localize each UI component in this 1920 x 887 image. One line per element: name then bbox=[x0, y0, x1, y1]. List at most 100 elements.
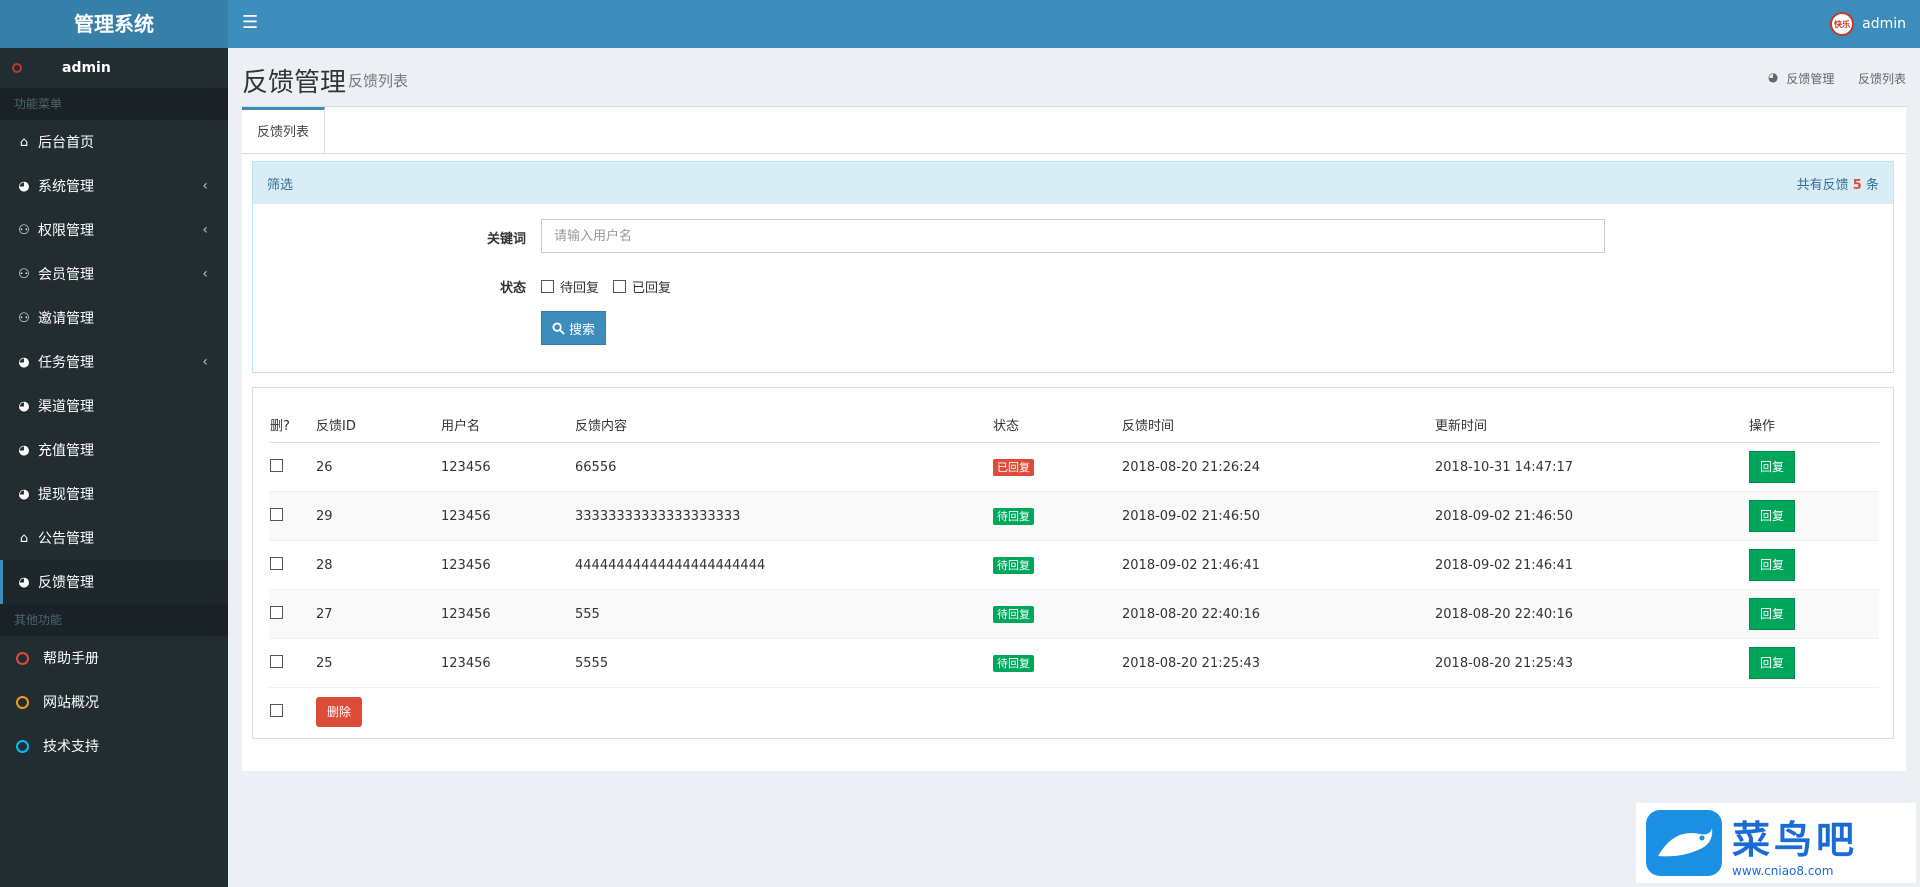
sidebar-item-label: 充值管理 bbox=[38, 443, 94, 459]
count-prefix: 共有反馈 bbox=[1796, 177, 1849, 193]
breadcrumb-separator bbox=[1842, 70, 1850, 87]
sidebar-item[interactable]: ⚇ 权限管理 ‹ bbox=[0, 208, 228, 252]
table-row: 26 123456 66556 已回复 2018-08-20 21:26:24 2018-… bbox=[269, 442, 1879, 492]
filter-panel: 筛选 共有反馈 5 条 关键词 状态 待回复 已回复 bbox=[252, 161, 1894, 373]
sidebar-section-other: 其他功能 bbox=[0, 604, 228, 636]
table-row: 28 123456 44444444444444444444444 待回复 2018-0… bbox=[269, 540, 1879, 590]
sidebar-item[interactable]: ◕ 系统管理 ‹ bbox=[0, 164, 228, 208]
sidebar-user-panel: admin bbox=[0, 48, 228, 88]
row-id: 29 bbox=[315, 491, 440, 541]
row-select-checkbox[interactable] bbox=[270, 458, 283, 472]
sidebar-item-label: 任务管理 bbox=[38, 355, 94, 371]
table-header-row: 删? 反馈ID 用户名 反馈内容 状态 反馈时间 更新时间 操作 bbox=[269, 406, 1879, 443]
sidebar-section-main: 功能菜单 bbox=[0, 88, 228, 120]
select-all-checkbox[interactable] bbox=[270, 703, 283, 717]
dashboard-icon: ◕ bbox=[18, 574, 30, 590]
status-replied-label[interactable]: 已回复 bbox=[632, 277, 671, 296]
col-id: 反馈ID bbox=[315, 406, 440, 443]
sidebar-other-item[interactable]: 网站概况 bbox=[0, 680, 228, 724]
sidebar-item[interactable]: ⚇ 会员管理 ‹ bbox=[0, 252, 228, 296]
row-updated: 2018-10-31 14:47:17 bbox=[1434, 442, 1748, 492]
table-row: 29 123456 33333333333333333333 待回复 2018-09-0… bbox=[269, 491, 1879, 541]
app-logo[interactable]: 管理系统 bbox=[0, 0, 228, 48]
sidebar-other-label: 技术支持 bbox=[43, 739, 99, 755]
sidebar: admin 功能菜单 ⌂ 后台首页 ◕ 系统管理 ‹ ⚇ 权限管理 ‹ ⚇ 会员管理 ‹ ⚇ 邀请管理 ◕… bbox=[0, 48, 228, 887]
status-badge: 待回复 bbox=[993, 556, 1034, 574]
row-created: 2018-08-20 22:40:16 bbox=[1121, 589, 1434, 639]
status-replied-checkbox[interactable] bbox=[613, 280, 627, 293]
users-icon: ⚇ bbox=[18, 222, 30, 238]
col-status: 状态 bbox=[992, 406, 1121, 443]
circle-icon bbox=[16, 695, 29, 709]
row-content: 555 bbox=[574, 589, 992, 639]
keyword-input[interactable] bbox=[541, 219, 1605, 253]
reply-button[interactable]: 回复 bbox=[1749, 549, 1796, 581]
status-label: 状态 bbox=[499, 281, 526, 296]
search-button[interactable]: 搜索 bbox=[541, 311, 607, 345]
chevron-left-icon: ‹ bbox=[202, 178, 208, 194]
row-updated: 2018-08-20 22:40:16 bbox=[1434, 589, 1748, 639]
row-created: 2018-08-20 21:25:43 bbox=[1121, 638, 1434, 688]
sidebar-other-item[interactable]: 技术支持 bbox=[0, 724, 228, 768]
sidebar-item-label: 渠道管理 bbox=[38, 399, 94, 415]
page-title: 反馈管理 bbox=[242, 68, 347, 98]
chevron-left-icon: ‹ bbox=[202, 354, 208, 370]
breadcrumb-item-dashboard-icon: ◕ bbox=[1767, 70, 1779, 84]
row-updated: 2018-08-20 21:25:43 bbox=[1434, 638, 1748, 688]
sidebar-item[interactable]: ◕ 任务管理 ‹ bbox=[0, 340, 228, 384]
sidebar-item[interactable]: ⌂ 后台首页 bbox=[0, 120, 228, 164]
sidebar-item-label: 公告管理 bbox=[38, 531, 94, 547]
sidebar-item[interactable]: ◕ 充值管理 bbox=[0, 428, 228, 472]
reply-button[interactable]: 回复 bbox=[1749, 598, 1796, 630]
sidebar-item[interactable]: ⌂ 公告管理 bbox=[0, 516, 228, 560]
user-menu[interactable]: 快乐 admin bbox=[1830, 0, 1906, 48]
status-pending-label[interactable]: 待回复 bbox=[560, 277, 599, 296]
row-content: 66556 bbox=[574, 442, 992, 492]
sidebar-other-label: 帮助手册 bbox=[43, 651, 99, 667]
content-card: 反馈列表 筛选 共有反馈 5 条 关键词 状态 待回复 已回复 bbox=[242, 106, 1906, 771]
tab-feedback-list[interactable]: 反馈列表 bbox=[242, 107, 326, 153]
col-username: 用户名 bbox=[440, 406, 574, 443]
row-id: 28 bbox=[315, 540, 440, 590]
header-username: admin bbox=[1862, 16, 1906, 32]
brand-name: 菜鸟吧 bbox=[1732, 816, 1859, 862]
sidebar-other-item[interactable]: 帮助手册 bbox=[0, 636, 228, 680]
row-id: 27 bbox=[315, 589, 440, 639]
row-select-checkbox[interactable] bbox=[270, 605, 283, 619]
brand-text: 菜鸟吧 www.cniao8.com bbox=[1732, 809, 1858, 878]
sidebar-item[interactable]: ◕ 渠道管理 bbox=[0, 384, 228, 428]
row-select-checkbox[interactable] bbox=[270, 507, 283, 521]
row-select-checkbox[interactable] bbox=[270, 654, 283, 668]
table-row: 27 123456 555 待回复 2018-08-20 22:40:16 2018-08… bbox=[269, 589, 1879, 639]
top-navbar: ☰ 快乐 admin bbox=[228, 0, 1920, 48]
dashboard-icon: ◕ bbox=[18, 486, 30, 502]
reply-button[interactable]: 回复 bbox=[1749, 647, 1796, 679]
sidebar-item[interactable]: ◕ 反馈管理 bbox=[0, 560, 228, 604]
menu-toggle-icon[interactable]: ☰ bbox=[242, 12, 258, 33]
row-username: 123456 bbox=[440, 589, 574, 639]
sidebar-item-label: 反馈管理 bbox=[38, 575, 94, 591]
search-icon bbox=[552, 321, 565, 335]
sidebar-item[interactable]: ⚇ 邀请管理 bbox=[0, 296, 228, 340]
table-footer-row: 删除 bbox=[269, 688, 1879, 737]
breadcrumb-item[interactable]: 反馈管理 bbox=[1786, 70, 1834, 87]
status-badge: 待回复 bbox=[993, 507, 1034, 525]
home-icon: ⌂ bbox=[19, 134, 29, 150]
status-pending-checkbox[interactable] bbox=[541, 280, 554, 293]
feedback-table-panel: 删? 反馈ID 用户名 反馈内容 状态 反馈时间 更新时间 操作 26 12345… bbox=[252, 387, 1894, 739]
status-badge: 待回复 bbox=[993, 605, 1034, 623]
user-avatar: 快乐 bbox=[1830, 12, 1855, 36]
delete-button[interactable]: 删除 bbox=[316, 697, 362, 727]
col-created: 反馈时间 bbox=[1121, 406, 1434, 443]
row-content: 33333333333333333333 bbox=[574, 491, 992, 541]
row-id: 26 bbox=[315, 442, 440, 492]
dashboard-icon: ◕ bbox=[18, 442, 30, 458]
reply-button[interactable]: 回复 bbox=[1749, 451, 1796, 483]
dashboard-icon: ◕ bbox=[18, 354, 30, 370]
row-username: 123456 bbox=[440, 638, 574, 688]
reply-button[interactable]: 回复 bbox=[1749, 500, 1796, 532]
sidebar-item-label: 系统管理 bbox=[38, 179, 94, 195]
row-select-checkbox[interactable] bbox=[270, 556, 283, 570]
col-delete: 删? bbox=[269, 406, 315, 443]
sidebar-item[interactable]: ◕ 提现管理 bbox=[0, 472, 228, 516]
